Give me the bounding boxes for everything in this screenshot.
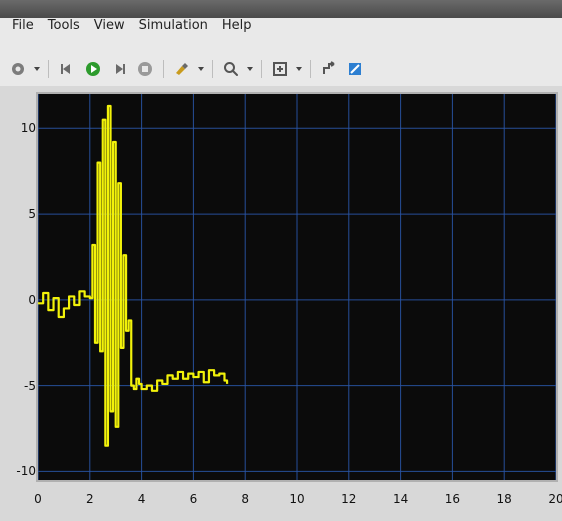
menu-view[interactable]: View [94, 18, 125, 33]
x-tick-label: 14 [392, 492, 409, 506]
menu-bar: File Tools View Simulation Help [0, 14, 562, 36]
menu-simulation[interactable]: Simulation [139, 18, 208, 33]
toolbar-separator [261, 60, 262, 78]
toolbar [0, 52, 562, 86]
dropdown-icon[interactable] [198, 66, 204, 72]
x-tick-label: 16 [444, 492, 461, 506]
fit-axes-icon[interactable] [270, 59, 290, 79]
run-icon[interactable] [83, 59, 103, 79]
x-tick-label: 12 [341, 492, 357, 506]
scope-plot-frame [36, 92, 558, 482]
edit-icon[interactable] [345, 59, 365, 79]
x-tick-label: 18 [496, 492, 512, 506]
triggers-icon[interactable] [319, 59, 339, 79]
y-tick-label: -10 [16, 464, 36, 479]
x-tick-label: 6 [189, 492, 198, 506]
y-tick-label: 5 [28, 207, 36, 222]
toolbar-separator [163, 60, 164, 78]
x-tick-label: 2 [85, 492, 94, 506]
toolbar-separator [48, 60, 49, 78]
y-tick-label: -5 [24, 378, 36, 393]
y-tick-label: 10 [20, 121, 36, 136]
x-tick-label: 10 [289, 492, 305, 506]
zoom-icon[interactable] [221, 59, 241, 79]
dropdown-icon[interactable] [247, 66, 253, 72]
menu-tools[interactable]: Tools [48, 18, 80, 33]
step-forward-icon[interactable] [109, 59, 129, 79]
highlight-icon[interactable] [172, 59, 192, 79]
x-tick-label: 8 [241, 492, 250, 506]
x-tick-label: 20 [548, 492, 562, 506]
stop-icon[interactable] [135, 59, 155, 79]
dropdown-icon[interactable] [296, 66, 302, 72]
settings-icon[interactable] [8, 59, 28, 79]
menu-file[interactable]: File [12, 18, 34, 33]
toolbar-separator [310, 60, 311, 78]
scope-plot-svg [38, 94, 556, 480]
x-tick-label: 4 [137, 492, 146, 506]
toolbar-separator [212, 60, 213, 78]
x-tick-label: 0 [34, 492, 42, 506]
menu-help[interactable]: Help [222, 18, 252, 33]
y-tick-label: 0 [28, 292, 36, 307]
dropdown-icon[interactable] [34, 66, 40, 72]
step-back-icon[interactable] [57, 59, 77, 79]
